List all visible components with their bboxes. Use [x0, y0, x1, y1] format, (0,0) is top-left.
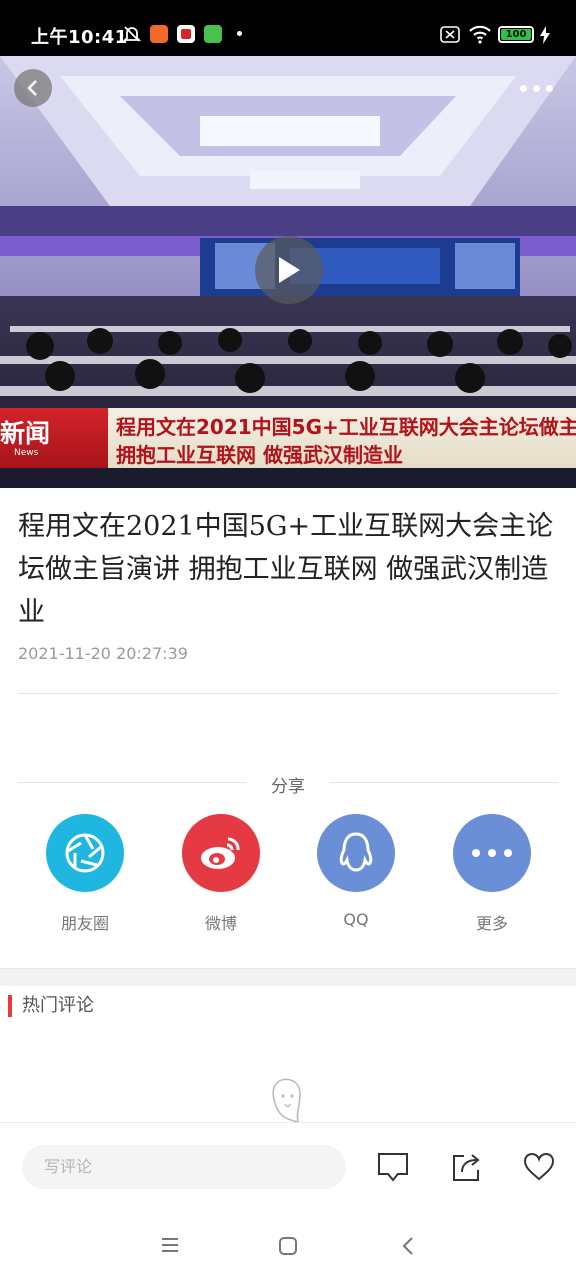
section-separator [0, 968, 576, 986]
empty-comments-icon [272, 1078, 301, 1124]
share-qq-label: QQ [343, 910, 369, 929]
menu-icon[interactable] [160, 1236, 180, 1254]
sim-off-icon [440, 26, 460, 43]
news-logo: 新闻 News [0, 408, 108, 468]
news-caption-line2: 拥抱工业互联网 做强武汉制造业 [116, 443, 403, 467]
share-more-label: 更多 [475, 914, 508, 933]
share-weibo-button[interactable]: 微博 [181, 814, 261, 934]
news-logo-en: News [14, 448, 39, 458]
status-time: 上午10:41 [31, 27, 128, 48]
app-badge-red-icon [177, 25, 195, 43]
comment-input[interactable]: 写评论 [22, 1145, 346, 1189]
app-badge-green-icon [204, 25, 222, 43]
moments-icon [46, 814, 124, 892]
dot-icon [237, 31, 242, 36]
share-divider-right [330, 782, 558, 783]
more-options-button[interactable] [516, 78, 556, 98]
share-qq-button[interactable]: QQ [316, 814, 396, 929]
share-label: 分享 [271, 777, 305, 797]
charging-icon [540, 26, 550, 44]
back-button[interactable] [14, 69, 52, 107]
more-icon [453, 814, 531, 892]
divider [18, 693, 558, 694]
news-caption-text: 程用文在2021中国5G+工业互联网大会主论坛做主旨 拥抱工业互联网 做强武汉制… [108, 408, 576, 468]
article-title: 程用文在2021中国5G+工业互联网大会主论坛做主旨演讲 拥抱工业互联网 做强武… [18, 511, 554, 628]
video-bottom-strip [0, 468, 576, 488]
share-divider-left [18, 782, 246, 783]
wifi-icon [469, 25, 491, 44]
play-icon [279, 257, 300, 283]
news-caption-line1: 程用文在2021中国5G+工业互联网大会主论坛做主旨 [116, 415, 576, 439]
share-moments-button[interactable]: 朋友圈 [45, 814, 125, 934]
status-bar: 上午10:41 100 [0, 0, 576, 56]
play-button[interactable] [255, 236, 323, 304]
favorite-icon[interactable] [522, 1151, 556, 1183]
alarm-off-icon [122, 26, 142, 42]
weibo-icon [182, 814, 260, 892]
news-caption-bar: 新闻 News 程用文在2021中国5G+工业互联网大会主论坛做主旨 拥抱工业互… [0, 408, 576, 468]
system-nav-bar [0, 1210, 576, 1280]
video-player[interactable]: 新闻 News 程用文在2021中国5G+工业互联网大会主论坛做主旨 拥抱工业互… [0, 56, 576, 488]
article-time: 2021-11-20 20:27:39 [18, 644, 188, 663]
chevron-left-icon [27, 80, 37, 96]
battery-icon: 100 [498, 26, 534, 43]
qq-icon [317, 814, 395, 892]
comment-icon[interactable] [376, 1151, 410, 1183]
news-logo-cn: 新闻 [0, 419, 51, 448]
app-badge-orange-icon [150, 25, 168, 43]
back-nav-icon[interactable] [400, 1235, 416, 1257]
battery-level: 100 [501, 29, 531, 40]
home-icon[interactable] [278, 1236, 298, 1256]
share-weibo-label: 微博 [204, 914, 237, 933]
comment-bar: 写评论 [0, 1122, 576, 1210]
share-more-button[interactable]: 更多 [452, 814, 532, 934]
hot-comments-title: 热门评论 [8, 995, 94, 1017]
share-moments-label: 朋友圈 [60, 914, 109, 933]
share-icon[interactable] [450, 1151, 484, 1183]
